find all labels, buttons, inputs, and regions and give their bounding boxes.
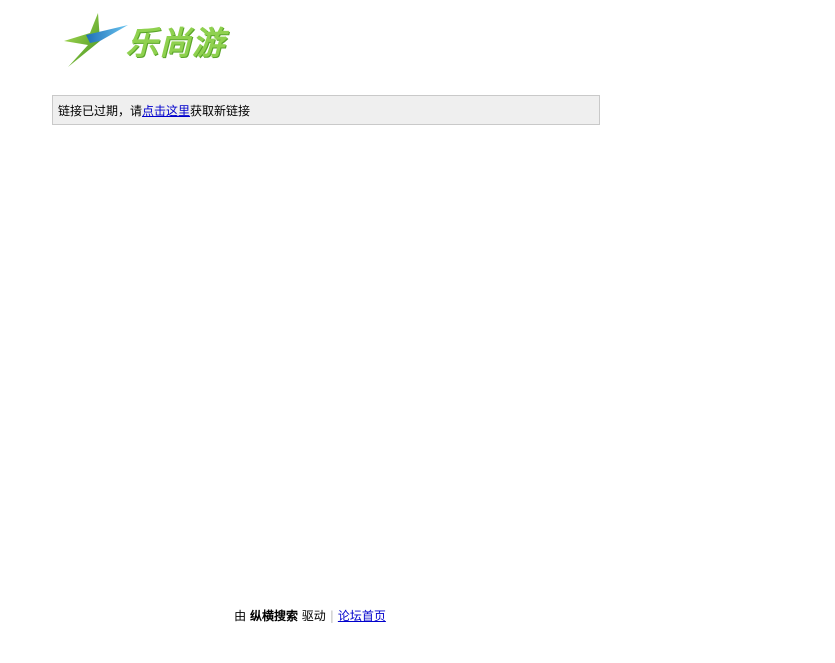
site-logo[interactable]: 乐尚游 <box>60 10 250 70</box>
page: 乐尚游 链接已过期，请点击这里获取新链接 由 纵横搜索 驱动 | 论坛首页 <box>0 0 835 663</box>
star-swoosh-icon <box>64 13 128 67</box>
click-here-link[interactable]: 点击这里 <box>142 104 190 118</box>
footer-by: 由 <box>234 609 247 623</box>
footer-separator: | <box>329 609 334 623</box>
logo-text: 乐尚游 <box>126 24 226 62</box>
forum-home-link[interactable]: 论坛首页 <box>338 609 386 623</box>
footer-powered: 驱动 <box>301 609 326 623</box>
notice-suffix: 获取新链接 <box>190 104 251 118</box>
expired-link-notice: 链接已过期，请点击这里获取新链接 <box>52 95 600 125</box>
notice-prefix: 链接已过期，请 <box>58 104 143 118</box>
footer: 由 纵横搜索 驱动 | 论坛首页 <box>0 607 620 625</box>
footer-brand: 纵横搜索 <box>249 609 298 623</box>
